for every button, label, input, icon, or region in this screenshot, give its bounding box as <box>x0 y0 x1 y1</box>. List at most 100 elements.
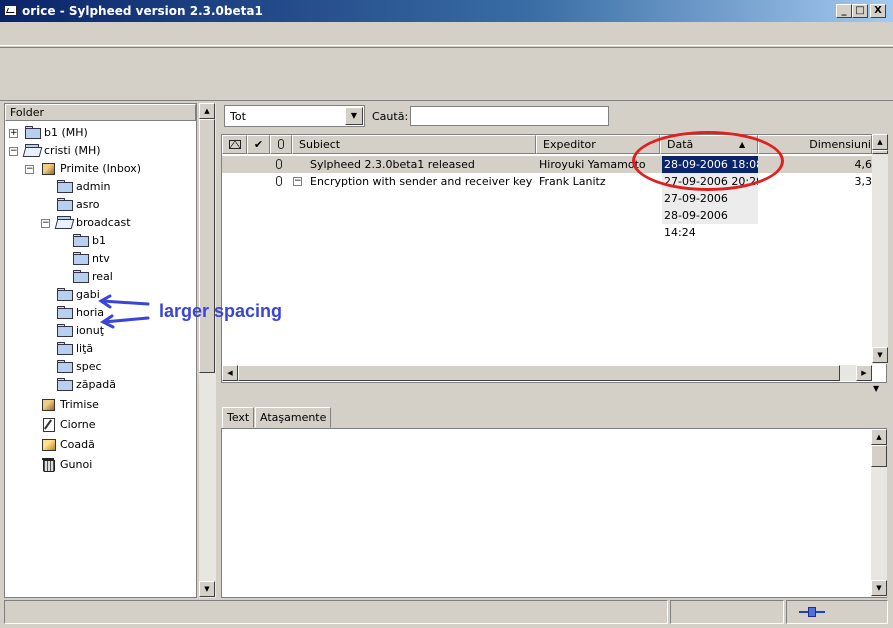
folder-icon <box>56 342 73 355</box>
folder-item[interactable]: liţă <box>56 341 93 357</box>
folder-label: real <box>92 270 113 283</box>
tree-expander-icon[interactable]: − <box>9 147 18 156</box>
scroll-right-icon[interactable]: ▶ <box>856 365 872 381</box>
folder-item[interactable]: broadcast <box>56 215 131 231</box>
scroll-up-icon[interactable]: ▲ <box>872 134 888 150</box>
folder-icon <box>56 306 73 319</box>
trash-icon <box>40 458 56 472</box>
folder-label: ntv <box>92 252 110 265</box>
folder-label: admin <box>76 180 111 193</box>
folder-item[interactable]: b1 <box>72 233 106 249</box>
folder-icon <box>72 252 89 265</box>
menu-bar <box>0 22 893 46</box>
folder-item[interactable]: admin <box>56 179 110 195</box>
maximize-button[interactable]: □ <box>852 4 868 18</box>
message-list-vscroll[interactable]: ▲ ▼ <box>872 134 888 364</box>
scroll-left-icon[interactable]: ◀ <box>222 365 238 381</box>
folder-label: b1 <box>92 234 106 247</box>
folder-item[interactable]: Gunoi <box>40 457 92 473</box>
scroll-up-icon[interactable]: ▲ <box>871 429 887 445</box>
message-subject: Encryption with sender and receiver key <box>310 175 533 188</box>
online-plug-icon[interactable] <box>799 607 825 617</box>
annotation-text: larger spacing <box>159 301 283 321</box>
close-button[interactable]: X <box>870 4 886 18</box>
col-subject-header[interactable]: Subiect <box>292 135 536 154</box>
folder-icon <box>56 198 73 211</box>
scroll-up-icon[interactable]: ▲ <box>199 103 215 119</box>
message-list-hscroll[interactable]: ◀ ▶ <box>222 365 872 381</box>
open-folder-icon <box>24 144 40 156</box>
scroll-thumb[interactable] <box>238 365 840 381</box>
queue-icon <box>40 438 56 451</box>
tab-attachments[interactable]: Ataşamente <box>255 407 332 428</box>
folder-item[interactable]: asro <box>56 197 99 213</box>
status-info <box>670 600 784 624</box>
paperclip-icon <box>276 156 282 173</box>
col-attach-header[interactable] <box>270 135 292 154</box>
filter-select[interactable]: Tot ▼ <box>224 105 365 127</box>
col-status-header[interactable] <box>222 135 247 154</box>
scroll-thumb[interactable] <box>871 445 887 467</box>
folder-icon <box>72 234 89 247</box>
paperclip-icon <box>278 139 284 149</box>
folder-item[interactable]: gabi <box>56 287 100 303</box>
message-subject: Sylpheed 2.3.0beta1 released <box>310 158 475 171</box>
message-view-scrollbar[interactable]: ▲ ▼ <box>871 429 887 597</box>
folder-label: zăpadă <box>76 378 116 391</box>
filter-selected-value: Tot <box>230 110 246 123</box>
folder-label: cristi (MH) <box>44 144 101 157</box>
scroll-down-icon[interactable]: ▼ <box>199 581 215 597</box>
folder-column-header[interactable]: Folder <box>5 104 196 121</box>
folder-icon <box>56 360 73 373</box>
folder-item[interactable]: ntv <box>72 251 110 267</box>
search-input[interactable] <box>410 106 609 126</box>
folder-item[interactable]: Primite (Inbox) <box>40 161 141 177</box>
folder-icon <box>72 270 89 283</box>
scroll-down-icon[interactable]: ▼ <box>872 347 888 363</box>
folder-label: b1 (MH) <box>44 126 88 139</box>
folder-icon <box>56 288 73 301</box>
tab-text[interactable]: Text <box>222 407 255 428</box>
open-folder-icon <box>56 216 72 228</box>
status-connection <box>786 600 888 624</box>
folder-item[interactable]: spec <box>56 359 102 375</box>
minimize-button[interactable]: _ <box>836 4 852 18</box>
folder-item[interactable]: cristi (MH) <box>24 143 101 159</box>
folder-icon <box>56 378 73 391</box>
thread-collapse-icon[interactable]: − <box>293 177 302 186</box>
folder-item[interactable]: real <box>72 269 113 285</box>
message-row[interactable]: − Encryption with sender and receiver ke… <box>222 173 872 190</box>
tree-expander-icon[interactable]: + <box>9 129 18 138</box>
tree-expander-icon[interactable]: − <box>25 165 34 174</box>
folder-scrollbar[interactable]: ▲ ▼ <box>199 103 216 598</box>
folder-item[interactable]: Coadă <box>40 437 95 453</box>
paperclip-icon <box>276 173 282 190</box>
folder-label: Coadă <box>60 438 95 451</box>
scroll-thumb[interactable] <box>199 119 215 373</box>
outbox-icon <box>40 398 56 411</box>
toolbar <box>0 47 893 101</box>
chevron-down-icon[interactable]: ▼ <box>345 107 363 125</box>
folder-item[interactable]: b1 (MH) <box>24 125 88 141</box>
folder-label: Trimise <box>60 398 99 411</box>
folder-label: broadcast <box>76 216 131 229</box>
scroll-thumb[interactable] <box>872 150 888 154</box>
collapse-pane-icon[interactable]: ▼ <box>873 384 879 393</box>
folder-label: liţă <box>76 342 94 355</box>
folder-item[interactable]: Trimise <box>40 397 99 413</box>
col-mark-header[interactable]: ✔ <box>247 135 270 154</box>
inbox-icon <box>40 162 56 175</box>
mail-icon <box>228 140 241 149</box>
folder-icon <box>56 180 73 193</box>
folder-item[interactable]: zăpadă <box>56 377 116 393</box>
folder-icon <box>56 324 73 337</box>
arrow-icon <box>100 299 150 306</box>
check-icon: ✔ <box>253 138 264 151</box>
folder-icon <box>24 126 41 139</box>
tree-expander-icon[interactable]: − <box>41 219 50 228</box>
col-size-label: Dimensiuni <box>809 138 871 151</box>
title-bar: orice - Sylpheed version 2.3.0beta1 _ □ … <box>0 0 893 22</box>
search-label: Caută: <box>372 110 409 123</box>
folder-item[interactable]: Ciorne <box>40 417 96 433</box>
scroll-down-icon[interactable]: ▼ <box>871 580 887 596</box>
